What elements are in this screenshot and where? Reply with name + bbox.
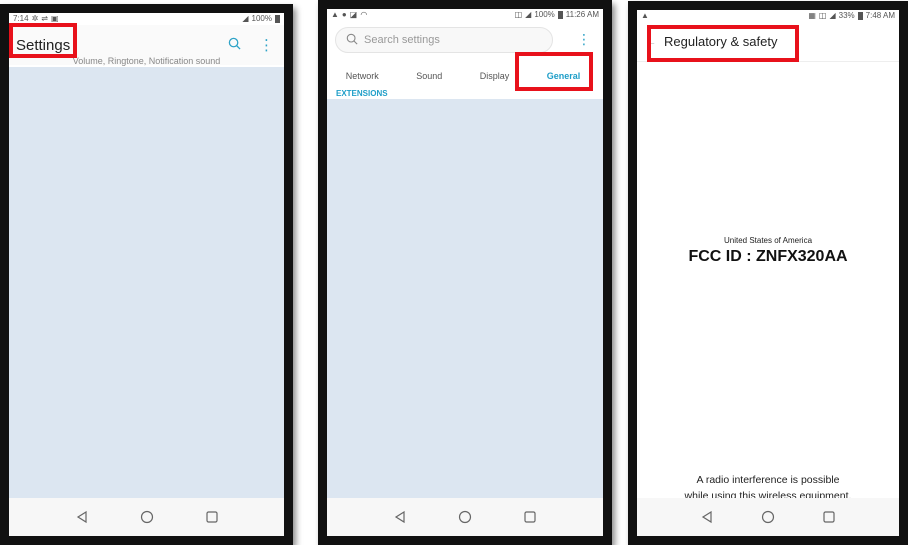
battery-icon xyxy=(275,15,280,23)
signal-icon: ◢ xyxy=(242,14,249,23)
tab-network[interactable]: Network xyxy=(346,71,379,81)
app-bar: ← Regulatory & safety xyxy=(637,22,899,62)
status-battery: 100% xyxy=(251,14,272,23)
more-vert-icon[interactable]: ⋮ xyxy=(577,31,591,48)
tab-display[interactable]: Display xyxy=(480,71,510,81)
wifi-icon: ◠ xyxy=(360,10,368,19)
search-input[interactable]: Search settings xyxy=(335,27,553,53)
status-battery: 100% xyxy=(534,10,555,19)
section-header: EXTENSIONS xyxy=(336,89,388,98)
tab-sound[interactable]: Sound xyxy=(416,71,442,81)
page-title: Regulatory & safety xyxy=(664,34,778,49)
nav-bar xyxy=(327,498,603,536)
recents-nav-icon[interactable] xyxy=(204,509,220,525)
home-nav-icon[interactable] xyxy=(760,509,776,525)
status-time: 7:14 xyxy=(13,14,29,23)
status-bar: 7:14 ✲ ⇌ ▣ ◢ 100% xyxy=(9,13,284,25)
phone-screen: ▲ ● ◪ ◠ ◫ ◢ 100% 11:26 AM Search setting… xyxy=(327,9,603,536)
nav-bar xyxy=(637,498,899,536)
search-icon[interactable] xyxy=(228,37,241,54)
settings-subtext: Volume, Ringtone, Notification sound xyxy=(72,56,221,66)
no-sim-icon: ◫ xyxy=(514,10,523,19)
status-time: 7:48 AM xyxy=(865,11,895,20)
search-icon xyxy=(346,33,358,48)
search-placeholder: Search settings xyxy=(364,34,440,46)
status-battery: 33% xyxy=(838,11,855,20)
warning-icon: ▲ xyxy=(641,11,649,20)
dot-icon: ● xyxy=(341,10,347,19)
country-label: United States of America xyxy=(723,236,813,245)
fcc-id: FCC ID : ZNFX320AA xyxy=(688,248,848,265)
no-sim-icon: ◫ xyxy=(818,11,827,20)
phone-settings-tabs: ▲ ● ◪ ◠ ◫ ◢ 100% 11:26 AM Search setting… xyxy=(318,0,612,545)
back-arrow-icon[interactable]: ← xyxy=(647,37,656,47)
battery-icon xyxy=(857,12,863,20)
phone-settings: 7:14 ✲ ⇌ ▣ ◢ 100% Settings ⋮ Volume, Rin… xyxy=(0,4,293,545)
phone-screen: 7:14 ✲ ⇌ ▣ ◢ 100% Settings ⋮ Volume, Rin… xyxy=(9,13,284,536)
screenshot-stage: 7:14 ✲ ⇌ ▣ ◢ 100% Settings ⋮ Volume, Rin… xyxy=(0,0,908,545)
back-nav-icon[interactable] xyxy=(74,509,90,525)
battery-icon xyxy=(557,11,563,19)
signal-icon: ◢ xyxy=(525,10,532,19)
recents-nav-icon[interactable] xyxy=(522,509,538,525)
back-nav-icon[interactable] xyxy=(392,509,408,525)
lock-icon: ▣ xyxy=(50,14,59,23)
status-time: 11:26 AM xyxy=(565,10,599,19)
phone-regulatory: ▲ ▦ ◫ ◢ 33% 7:48 AM ← Regulatory & safet… xyxy=(628,1,908,545)
settings-gear-icon: ✲ xyxy=(31,14,39,23)
nav-bar xyxy=(9,498,284,536)
status-bar: ▲ ● ◪ ◠ ◫ ◢ 100% 11:26 AM xyxy=(327,9,603,21)
content-area xyxy=(327,99,603,498)
usb-icon: ⇌ xyxy=(41,14,48,23)
home-nav-icon[interactable] xyxy=(457,509,473,525)
settings-tabs: Network Sound Display General xyxy=(327,65,603,87)
status-bar: ▲ ▦ ◫ ◢ 33% 7:48 AM xyxy=(637,10,899,22)
photo-icon: ◪ xyxy=(349,10,358,19)
warning-icon: ▲ xyxy=(331,10,339,19)
nfc-icon: ▦ xyxy=(808,11,816,20)
page-title: Settings xyxy=(16,36,71,54)
content-area xyxy=(9,67,284,498)
tab-general[interactable]: General xyxy=(547,71,581,81)
recents-nav-icon[interactable] xyxy=(821,509,837,525)
more-vert-icon[interactable]: ⋮ xyxy=(259,36,274,54)
signal-icon: ◢ xyxy=(829,11,836,20)
phone-screen: ▲ ▦ ◫ ◢ 33% 7:48 AM ← Regulatory & safet… xyxy=(637,10,899,536)
home-nav-icon[interactable] xyxy=(139,509,155,525)
back-nav-icon[interactable] xyxy=(699,509,715,525)
notice-line: A radio interference is possible xyxy=(696,474,840,486)
